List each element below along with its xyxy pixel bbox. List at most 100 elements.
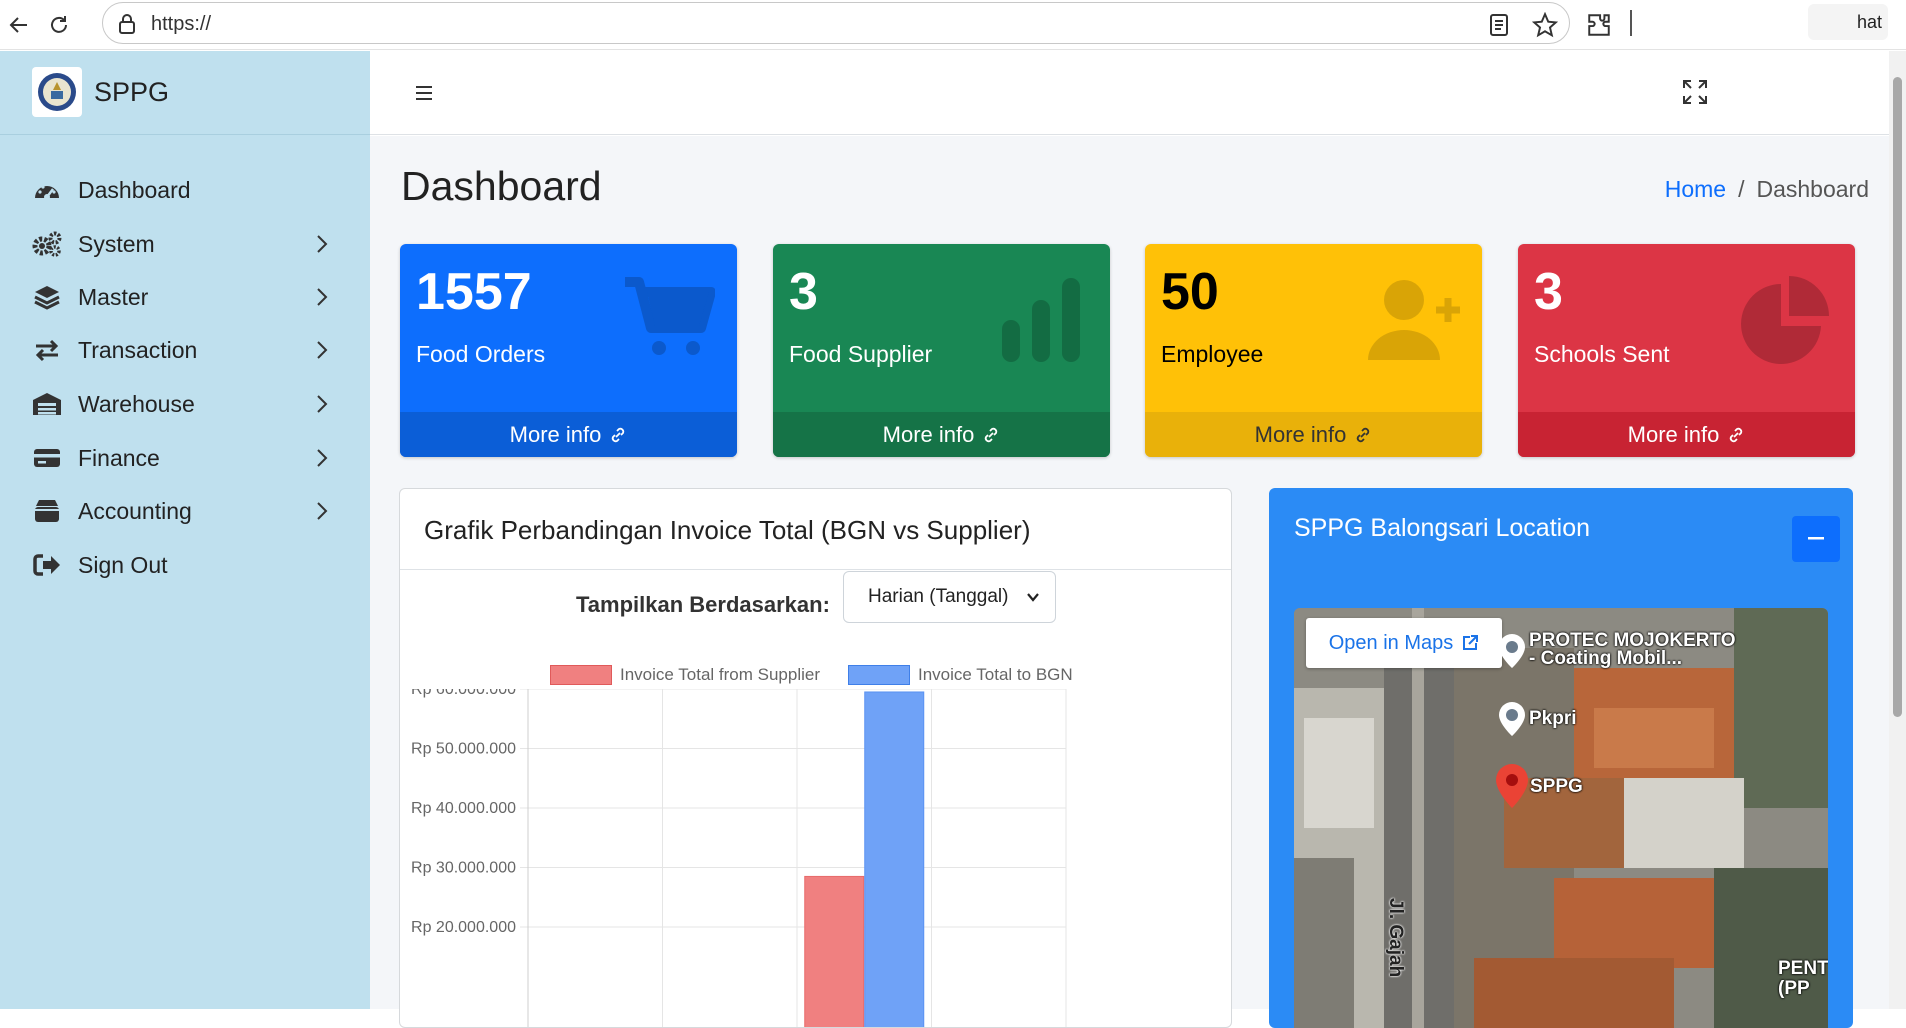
breadcrumb-current: Dashboard bbox=[1756, 176, 1869, 202]
profile-text: hat bbox=[1856, 12, 1882, 32]
sign-out-icon bbox=[32, 550, 62, 580]
brand[interactable]: SPPG bbox=[0, 51, 370, 135]
open-in-maps-label: Open in Maps bbox=[1328, 631, 1454, 654]
sidebar-item-label: System bbox=[78, 230, 155, 257]
legend-label: Invoice Total from Supplier bbox=[620, 665, 821, 684]
link-icon bbox=[985, 427, 998, 442]
address-bar[interactable]: https:// bbox=[102, 2, 1570, 44]
stat-card-food-supplier: 3 Food Supplier More info bbox=[773, 244, 1110, 457]
sidebar-item-finance[interactable]: Finance bbox=[0, 430, 370, 486]
more-info-link[interactable]: More info bbox=[400, 412, 737, 457]
map-pin-icon[interactable] bbox=[1497, 700, 1527, 738]
sidebar-item-transaction[interactable]: Transaction bbox=[0, 322, 370, 378]
map-pin-icon[interactable] bbox=[1497, 632, 1527, 670]
satellite-imagery bbox=[1294, 608, 1828, 1028]
breadcrumb-separator: / bbox=[1738, 176, 1745, 202]
period-select-value: Harian (Tanggal) bbox=[868, 586, 1009, 607]
credit-card-icon bbox=[32, 443, 62, 473]
location-marker-icon[interactable] bbox=[1493, 762, 1531, 810]
gears-icon bbox=[32, 229, 62, 259]
chart-card: Grafik Perbandingan Invoice Total (BGN v… bbox=[399, 488, 1232, 1028]
sidebar-item-accounting[interactable]: Accounting bbox=[0, 483, 370, 539]
site-info-icon[interactable] bbox=[117, 13, 137, 35]
stat-label: Employee bbox=[1161, 341, 1264, 367]
stat-label: Food Orders bbox=[416, 341, 546, 367]
stat-card-food-orders: 1557 Food Orders More info bbox=[400, 244, 737, 457]
map-card-title: SPPG Balongsari Location bbox=[1294, 514, 1591, 542]
sidebar-item-label: Master bbox=[78, 283, 149, 310]
stat-value: 3 bbox=[1534, 263, 1563, 321]
warehouse-icon bbox=[32, 389, 62, 419]
bookmark-star-icon[interactable] bbox=[1528, 8, 1562, 42]
layers-icon bbox=[32, 282, 62, 312]
chevron-right-icon bbox=[312, 338, 332, 362]
stat-card-employee: 50 Employee More info bbox=[1145, 244, 1482, 457]
legend-item-bgn[interactable]: Invoice Total to BGN bbox=[848, 665, 1073, 685]
bar-bgn[interactable] bbox=[864, 691, 925, 1028]
chart-card-title: Grafik Perbandingan Invoice Total (BGN v… bbox=[424, 515, 1031, 545]
map-embed[interactable]: Open in Maps PROTEC MOJOKERTO - Coating … bbox=[1294, 608, 1828, 1028]
link-icon bbox=[1730, 427, 1743, 442]
map-label-place: PENT bbox=[1778, 958, 1828, 979]
wallet-icon bbox=[32, 496, 62, 526]
sidebar-item-system[interactable]: System bbox=[0, 216, 370, 272]
more-info-label: More info bbox=[1254, 421, 1347, 447]
bar-chart-icon bbox=[1002, 278, 1080, 362]
external-link-icon bbox=[1463, 635, 1479, 650]
reader-mode-icon[interactable] bbox=[1482, 8, 1516, 42]
top-navbar bbox=[370, 51, 1889, 135]
toolbar-divider bbox=[1630, 10, 1632, 36]
bar-chart: Rp 60.000.000 Rp 50.000.000 Rp 40.000.000 R… bbox=[411, 689, 1067, 1028]
legend-item-supplier[interactable]: Invoice Total from Supplier bbox=[550, 665, 820, 685]
more-info-label: More info bbox=[882, 421, 975, 447]
extensions-icon[interactable] bbox=[1582, 8, 1616, 42]
sidebar-item-dashboard[interactable]: Dashboard bbox=[0, 162, 370, 218]
fullscreen-icon[interactable] bbox=[1680, 77, 1710, 107]
y-tick-label: Rp 60.000.000 bbox=[411, 689, 516, 698]
map-label-place: Pkpri bbox=[1529, 708, 1577, 729]
cart-icon bbox=[625, 277, 715, 355]
more-info-label: More info bbox=[509, 421, 602, 447]
open-in-maps-button[interactable]: Open in Maps bbox=[1306, 618, 1502, 668]
collapse-button[interactable] bbox=[1792, 516, 1840, 562]
sidebar-item-master[interactable]: Master bbox=[0, 269, 370, 325]
bar-supplier[interactable] bbox=[804, 875, 865, 1028]
filter-label: Tampilkan Berdasarkan: bbox=[576, 592, 830, 617]
sidebar-item-sign-out[interactable]: Sign Out bbox=[0, 537, 370, 593]
map-card: SPPG Balongsari Location Open in Maps PR… bbox=[1269, 488, 1853, 1028]
page-scrollbar[interactable] bbox=[1889, 51, 1906, 1009]
sidebar: SPPG Dashboard System Master Transaction… bbox=[0, 51, 370, 1009]
more-info-link[interactable]: More info bbox=[1518, 412, 1855, 457]
legend-label: Invoice Total to BGN bbox=[918, 665, 1073, 684]
chevron-right-icon bbox=[312, 499, 332, 523]
sidebar-item-label: Finance bbox=[78, 444, 160, 471]
sidebar-item-label: Transaction bbox=[78, 336, 198, 363]
chart-card-header: Grafik Perbandingan Invoice Total (BGN v… bbox=[400, 489, 1231, 570]
more-info-link[interactable]: More info bbox=[1145, 412, 1482, 457]
page-title: Dashboard bbox=[401, 163, 602, 209]
brand-logo bbox=[32, 67, 82, 117]
more-info-link[interactable]: More info bbox=[773, 412, 1110, 457]
stat-card-schools-sent: 3 Schools Sent More info bbox=[1518, 244, 1855, 457]
reload-icon[interactable] bbox=[42, 8, 76, 42]
brand-name: SPPG bbox=[94, 77, 170, 107]
legend-swatch bbox=[848, 665, 910, 685]
profile-button[interactable]: hat bbox=[1808, 4, 1888, 40]
stat-value: 3 bbox=[789, 263, 818, 321]
sidebar-item-label: Dashboard bbox=[78, 176, 191, 203]
hamburger-menu-icon[interactable] bbox=[410, 79, 438, 107]
scrollbar-thumb[interactable] bbox=[1893, 77, 1902, 717]
sidebar-item-warehouse[interactable]: Warehouse bbox=[0, 376, 370, 432]
period-select[interactable]: Harian (Tanggal) bbox=[843, 571, 1056, 623]
breadcrumb-home-link[interactable]: Home bbox=[1665, 176, 1726, 203]
main-content: Dashboard Home / Dashboard 1557 Food Ord… bbox=[370, 136, 1889, 1028]
gauge-icon bbox=[32, 175, 62, 205]
user-plus-icon bbox=[1368, 280, 1460, 360]
back-arrow-icon[interactable] bbox=[2, 8, 36, 42]
link-icon bbox=[612, 427, 625, 442]
sidebar-item-label: Sign Out bbox=[78, 551, 168, 578]
y-tick-label: Rp 30.000.000 bbox=[411, 860, 516, 877]
arrows-exchange-icon bbox=[32, 335, 62, 365]
y-tick-label: Rp 50.000.000 bbox=[411, 741, 516, 758]
pie-chart-icon bbox=[1741, 276, 1829, 364]
